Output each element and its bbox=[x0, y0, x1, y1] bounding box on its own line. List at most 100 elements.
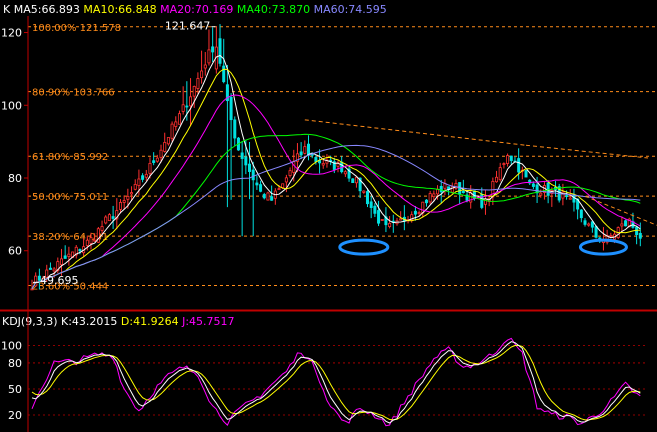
y-tick-label: 120 bbox=[1, 27, 22, 40]
up-candle bbox=[436, 188, 440, 195]
down-candle bbox=[48, 267, 52, 270]
up-candle bbox=[343, 171, 347, 175]
up-candle bbox=[362, 190, 366, 193]
up-candle bbox=[155, 157, 159, 162]
down-candle bbox=[229, 96, 233, 121]
up-candle bbox=[620, 223, 624, 227]
candles-layer bbox=[30, 24, 642, 291]
down-candle bbox=[373, 205, 377, 214]
fib-label: 50.00% 75.011 bbox=[32, 192, 108, 203]
kdj-tick-label: 20 bbox=[8, 409, 22, 422]
up-candle bbox=[417, 212, 421, 215]
up-candle bbox=[122, 200, 126, 203]
ma5-line bbox=[31, 54, 641, 290]
up-candle bbox=[177, 113, 181, 125]
bottom-circle-marker bbox=[338, 238, 390, 256]
down-candle bbox=[509, 155, 513, 161]
down-candle bbox=[377, 210, 381, 224]
up-candle bbox=[181, 104, 185, 112]
up-candle bbox=[428, 193, 432, 203]
up-candle bbox=[196, 78, 200, 89]
down-candle bbox=[461, 190, 465, 194]
y-tick-label: 80 bbox=[8, 172, 22, 185]
down-candle bbox=[369, 201, 373, 208]
up-candle bbox=[107, 214, 111, 222]
down-candle bbox=[141, 175, 145, 180]
down-candle bbox=[565, 195, 569, 197]
up-candle bbox=[303, 146, 307, 154]
down-candle bbox=[594, 226, 598, 238]
down-candle bbox=[248, 163, 252, 172]
down-candle bbox=[78, 249, 82, 252]
down-candle bbox=[262, 194, 266, 199]
up-candle bbox=[137, 178, 141, 186]
fib-label: 80.90% 103.766 bbox=[32, 88, 115, 99]
up-candle bbox=[104, 216, 108, 224]
up-candle bbox=[100, 226, 104, 231]
axis-layer: 120 100 80 60 100 80 50 20 bbox=[0, 16, 657, 432]
up-candle bbox=[163, 142, 167, 152]
ma60-line bbox=[31, 144, 641, 290]
down-candle bbox=[424, 199, 428, 204]
up-candle bbox=[192, 86, 196, 97]
up-candle bbox=[148, 163, 152, 174]
up-candle bbox=[495, 176, 499, 183]
up-candle bbox=[93, 239, 97, 242]
up-candle bbox=[498, 167, 502, 181]
down-candle bbox=[185, 105, 189, 108]
up-candle bbox=[281, 183, 285, 189]
ma40-line bbox=[31, 133, 641, 290]
ma10-line bbox=[31, 68, 641, 290]
up-candle bbox=[170, 123, 174, 139]
chart-canvas: 100.00% 121.578 80.90% 103.766 61.80% 85.9… bbox=[0, 16, 657, 432]
up-candle bbox=[159, 149, 163, 158]
down-candle bbox=[583, 220, 587, 225]
down-candle bbox=[63, 255, 67, 259]
up-candle bbox=[118, 202, 122, 210]
down-candle bbox=[111, 216, 115, 219]
up-candle bbox=[380, 219, 384, 221]
trend-line bbox=[304, 119, 527, 146]
up-candle bbox=[30, 288, 34, 291]
down-candle bbox=[233, 119, 237, 139]
up-candle bbox=[59, 258, 63, 266]
up-candle bbox=[85, 239, 89, 246]
down-candle bbox=[546, 182, 550, 196]
up-candle bbox=[321, 163, 325, 166]
down-candle bbox=[270, 196, 274, 201]
down-candle bbox=[638, 232, 642, 239]
up-candle bbox=[284, 177, 288, 183]
up-candle bbox=[277, 188, 281, 191]
kdj-tick-label: 100 bbox=[1, 340, 22, 353]
down-candle bbox=[152, 160, 156, 163]
up-candle bbox=[432, 193, 436, 198]
down-candle bbox=[299, 151, 303, 156]
down-candle bbox=[240, 152, 244, 159]
up-candle bbox=[67, 253, 71, 257]
down-candle bbox=[590, 221, 594, 228]
up-candle bbox=[203, 64, 207, 69]
down-candle bbox=[458, 182, 462, 195]
down-candle bbox=[306, 143, 311, 156]
up-candle bbox=[609, 235, 613, 237]
kdj-tick-label: 80 bbox=[8, 357, 22, 370]
moving-average-layer bbox=[31, 54, 641, 290]
up-candle bbox=[539, 192, 543, 196]
down-candle bbox=[624, 220, 628, 227]
down-candle bbox=[222, 65, 226, 83]
kdj-k-line bbox=[31, 341, 641, 424]
down-candle bbox=[439, 185, 443, 193]
down-candle bbox=[211, 46, 215, 53]
down-candle bbox=[517, 158, 521, 173]
up-candle bbox=[144, 173, 148, 178]
low-price-label: 49.695 bbox=[40, 274, 79, 287]
up-candle bbox=[506, 155, 510, 164]
down-candle bbox=[244, 156, 248, 166]
up-candle bbox=[166, 137, 170, 145]
up-candle bbox=[502, 163, 506, 165]
kdj-layer bbox=[31, 337, 641, 427]
up-candle bbox=[568, 197, 572, 200]
up-candle bbox=[174, 121, 178, 127]
up-candle bbox=[266, 192, 270, 201]
down-candle bbox=[524, 170, 528, 178]
